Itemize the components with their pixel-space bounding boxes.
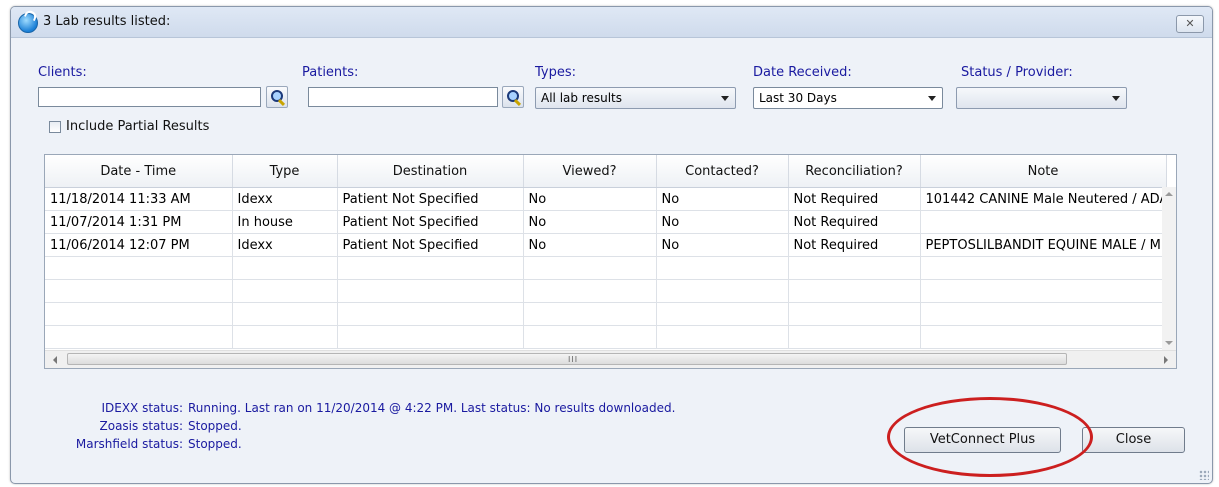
title-bar: 3 Lab results listed: ✕ bbox=[11, 7, 1212, 38]
date-received-value: Last 30 Days bbox=[759, 91, 837, 105]
vertical-scrollbar[interactable] bbox=[1162, 187, 1176, 350]
scroll-down-icon[interactable] bbox=[1165, 341, 1173, 345]
chevron-down-icon bbox=[928, 96, 936, 101]
cell-date-time: 11/07/2014 1:31 PM bbox=[45, 210, 233, 234]
chevron-down-icon bbox=[1112, 96, 1120, 101]
table-row[interactable]: 11/07/2014 1:31 PM In house Patient Not … bbox=[45, 210, 1167, 234]
idexx-status-label: IDEXX status: bbox=[101, 401, 183, 415]
cell-reconciliation: Not Required bbox=[788, 233, 921, 257]
window-title: 3 Lab results listed: bbox=[43, 14, 171, 29]
types-label: Types: bbox=[535, 65, 577, 80]
cell-note: 101442 CANINE Male Neutered / ADA bbox=[920, 187, 1167, 211]
cell-destination: Patient Not Specified bbox=[337, 210, 524, 234]
date-received-label: Date Received: bbox=[753, 65, 852, 80]
include-partial-label: Include Partial Results bbox=[66, 119, 210, 134]
cell-viewed: No bbox=[523, 210, 657, 234]
zoasis-status-value: Stopped. bbox=[188, 419, 242, 433]
scroll-up-icon[interactable] bbox=[1165, 192, 1173, 196]
idexx-status-value: Running. Last ran on 11/20/2014 @ 4:22 P… bbox=[188, 401, 676, 415]
patients-search-button[interactable] bbox=[502, 86, 524, 108]
marshfield-status-value: Stopped. bbox=[188, 437, 242, 451]
chevron-down-icon bbox=[721, 96, 729, 101]
marshfield-status-label: Marshfield status: bbox=[75, 437, 183, 451]
cell-viewed: No bbox=[523, 187, 657, 211]
scroll-grip-icon: III bbox=[568, 355, 579, 364]
grid-header-row: Date - Time Type Destination Viewed? Con… bbox=[45, 155, 1167, 188]
highlight-circle bbox=[887, 397, 1093, 477]
types-select[interactable]: All lab results bbox=[535, 87, 736, 109]
column-header-viewed[interactable]: Viewed? bbox=[523, 155, 657, 188]
column-header-note[interactable]: Note bbox=[920, 155, 1167, 188]
cell-contacted: No bbox=[656, 210, 789, 234]
app-logo-icon bbox=[18, 13, 38, 33]
status-provider-select[interactable] bbox=[956, 87, 1127, 109]
table-row[interactable]: 11/06/2014 12:07 PM Idexx Patient Not Sp… bbox=[45, 233, 1167, 257]
lab-results-window: 3 Lab results listed: ✕ Clients: Patient… bbox=[10, 6, 1213, 484]
horizontal-scrollbar[interactable]: III bbox=[45, 350, 1176, 368]
empty-row bbox=[45, 302, 1167, 326]
cell-contacted: No bbox=[656, 233, 789, 257]
cell-reconciliation: Not Required bbox=[788, 210, 921, 234]
lab-results-grid: Date - Time Type Destination Viewed? Con… bbox=[44, 154, 1177, 369]
clients-label: Clients: bbox=[38, 65, 87, 80]
cell-destination: Patient Not Specified bbox=[337, 187, 524, 211]
clients-search-button[interactable] bbox=[266, 86, 288, 108]
cell-type: Idexx bbox=[232, 233, 338, 257]
cell-note: PEPTOSLILBANDIT EQUINE MALE / MI bbox=[920, 233, 1167, 257]
cell-note bbox=[920, 210, 1167, 234]
cell-destination: Patient Not Specified bbox=[337, 233, 524, 257]
patients-input[interactable] bbox=[308, 87, 498, 107]
scroll-right-icon[interactable] bbox=[1164, 356, 1168, 364]
resize-grip-icon[interactable] bbox=[1199, 470, 1209, 480]
close-button[interactable]: Close bbox=[1082, 427, 1185, 453]
patients-label: Patients: bbox=[302, 65, 359, 80]
cell-date-time: 11/18/2014 11:33 AM bbox=[45, 187, 233, 211]
lab-results-table: Date - Time Type Destination Viewed? Con… bbox=[45, 155, 1167, 349]
horizontal-scroll-thumb[interactable]: III bbox=[67, 353, 1067, 365]
cell-viewed: No bbox=[523, 233, 657, 257]
column-header-reconciliation[interactable]: Reconciliation? bbox=[788, 155, 921, 188]
table-row[interactable]: 11/18/2014 11:33 AM Idexx Patient Not Sp… bbox=[45, 187, 1167, 211]
status-provider-label: Status / Provider: bbox=[961, 65, 1073, 80]
empty-row bbox=[45, 256, 1167, 280]
cell-contacted: No bbox=[656, 187, 789, 211]
cell-type: Idexx bbox=[232, 187, 338, 211]
include-partial-checkbox[interactable] bbox=[49, 121, 61, 133]
cell-reconciliation: Not Required bbox=[788, 187, 921, 211]
column-header-date-time[interactable]: Date - Time bbox=[45, 155, 233, 188]
empty-row bbox=[45, 325, 1167, 349]
clients-input[interactable] bbox=[38, 87, 261, 107]
scroll-left-icon[interactable] bbox=[53, 356, 57, 364]
cell-type: In house bbox=[232, 210, 338, 234]
column-header-contacted[interactable]: Contacted? bbox=[656, 155, 789, 188]
column-header-type[interactable]: Type bbox=[232, 155, 338, 188]
cell-date-time: 11/06/2014 12:07 PM bbox=[45, 233, 233, 257]
date-received-select[interactable]: Last 30 Days bbox=[753, 87, 943, 109]
types-select-value: All lab results bbox=[541, 91, 623, 105]
zoasis-status-label: Zoasis status: bbox=[99, 419, 183, 433]
empty-row bbox=[45, 279, 1167, 303]
column-header-destination[interactable]: Destination bbox=[337, 155, 524, 188]
window-close-button[interactable]: ✕ bbox=[1176, 15, 1204, 33]
